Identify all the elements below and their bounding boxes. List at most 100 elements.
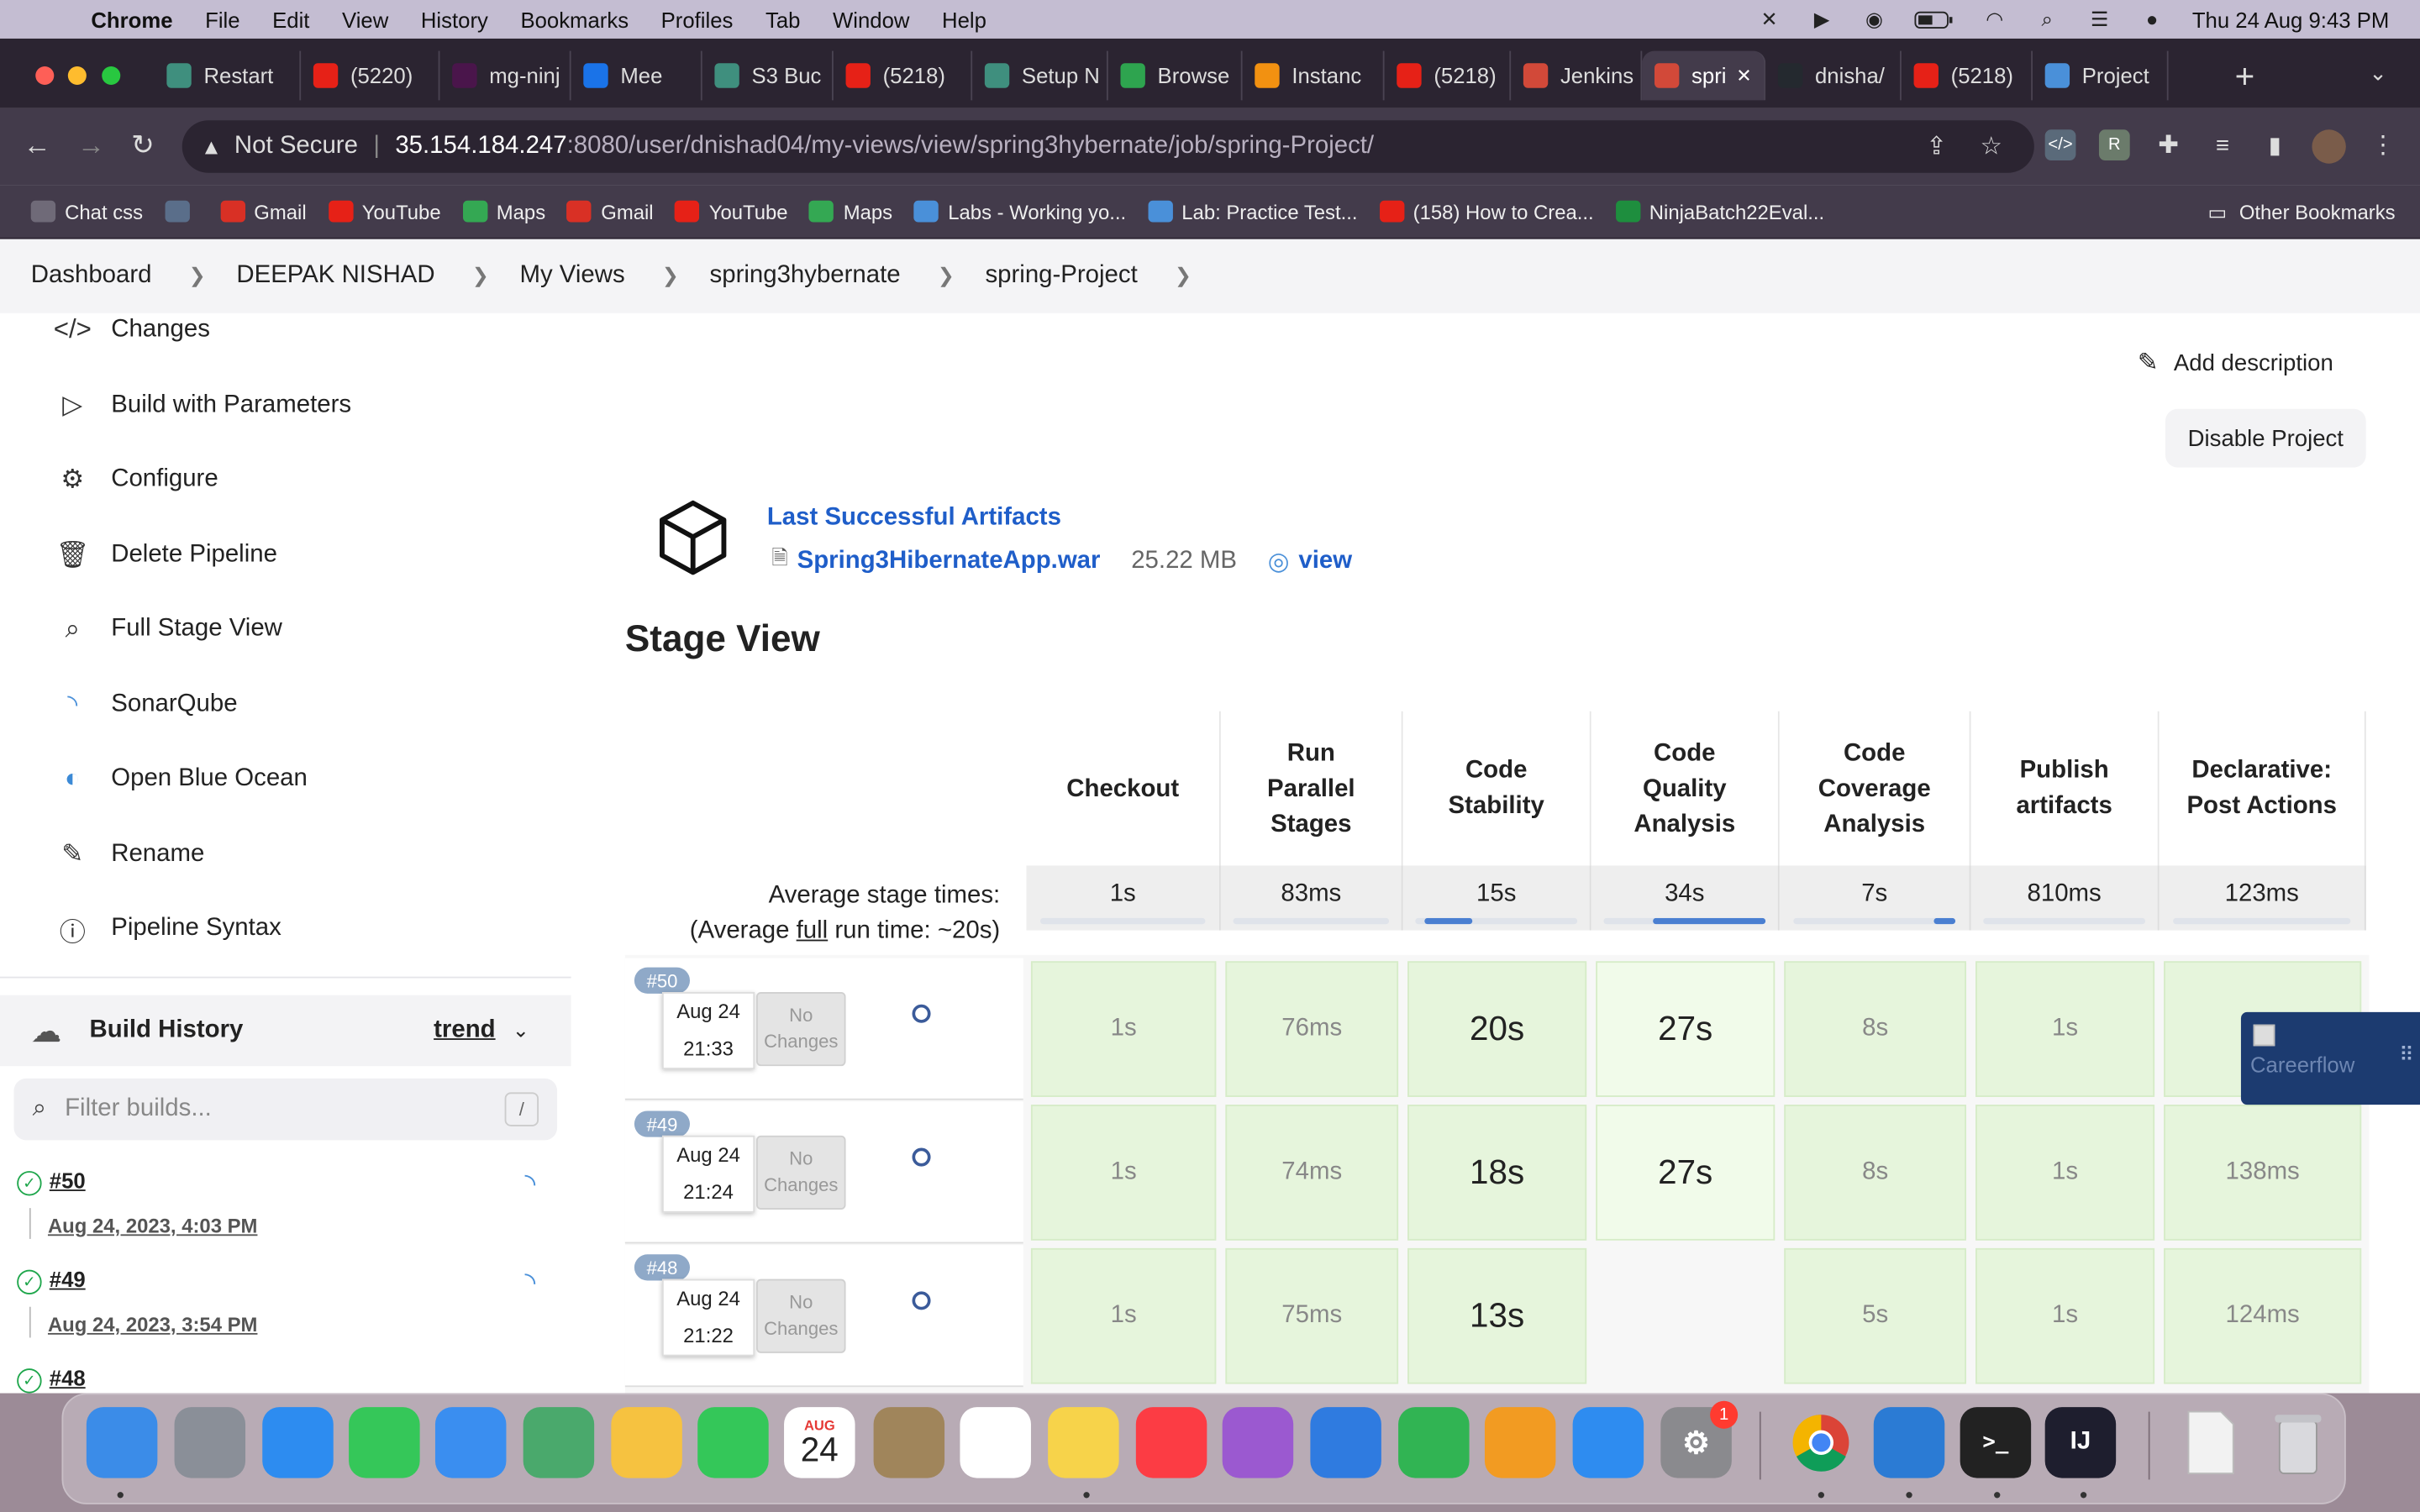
siri-icon[interactable]: ● xyxy=(2139,8,2164,31)
bookmark-extension[interactable] xyxy=(164,200,198,223)
tab-11[interactable]: Jenkins xyxy=(1511,50,1643,101)
no-changes-box[interactable]: No Changes xyxy=(756,992,846,1067)
reminders-dock-icon[interactable] xyxy=(960,1407,1031,1478)
sidebar-item-sonarqube[interactable]: ◝ SonarQube xyxy=(54,684,237,727)
tab-6[interactable]: (5218) xyxy=(834,50,973,101)
bookmark-gmail[interactable]: Gmail xyxy=(566,200,654,223)
tab-13[interactable]: dnisha/ xyxy=(1765,50,1902,101)
run-status-clock-icon[interactable] xyxy=(912,1291,931,1310)
new-tab-button[interactable]: + xyxy=(2235,57,2255,97)
sidebar-item-open-blue-ocean[interactable]: ◐ Open Blue Ocean xyxy=(54,758,308,801)
notes-dock-icon[interactable] xyxy=(1048,1407,1119,1478)
breadcrumb-user[interactable]: DEEPAK NISHAD xyxy=(236,262,434,290)
sidebar-item-rename[interactable]: ✎ Rename xyxy=(54,833,204,876)
build-date-link[interactable]: Aug 24, 2023, 4:03 PM xyxy=(48,1215,258,1238)
stage-cell[interactable]: 8s xyxy=(1784,1105,1967,1241)
control-center-icon[interactable]: ☰ xyxy=(2087,7,2112,30)
sidebar-item-full-stage-view[interactable]: ⌕ Full Stage View xyxy=(54,608,282,651)
tab-8[interactable]: Browse xyxy=(1108,50,1243,101)
build-history-item[interactable]: ✓ #50 Aug 24, 2023, 4:03 PM ◝ xyxy=(0,1156,571,1255)
build-history-item[interactable]: ✓ #49 Aug 24, 2023, 3:54 PM ◝ xyxy=(0,1254,571,1353)
zoom-window-button[interactable] xyxy=(102,66,121,86)
photos-dock-icon[interactable] xyxy=(611,1407,682,1478)
forward-arrow-icon[interactable]: → xyxy=(77,129,105,162)
sidebar-item-delete-pipeline[interactable]: 🗑 Delete Pipeline xyxy=(54,534,276,577)
run-status-clock-icon[interactable] xyxy=(912,1147,931,1167)
safari-dock-icon[interactable] xyxy=(262,1407,334,1478)
bookmark-maps[interactable]: Maps xyxy=(462,200,545,223)
mail-dock-icon[interactable] xyxy=(434,1407,507,1478)
trend-link[interactable]: trend xyxy=(434,1016,495,1044)
run-badge[interactable]: #48 xyxy=(634,1254,691,1281)
other-bookmarks[interactable]: ▭ Other Bookmarks xyxy=(2208,185,2396,239)
tab-2[interactable]: (5220) xyxy=(301,50,440,101)
run-badge[interactable]: #50 xyxy=(634,967,691,994)
side-panel-icon[interactable]: ▮ xyxy=(2260,129,2291,160)
reload-icon[interactable]: ↻ xyxy=(131,129,155,162)
artifact-link[interactable]: Spring3HibernateApp.war xyxy=(797,548,1101,575)
calendar-dock-icon[interactable]: AUG 24 xyxy=(784,1407,855,1478)
menu-bookmarks[interactable]: Bookmarks xyxy=(520,7,629,31)
warning-triangle-icon[interactable]: ▲ xyxy=(201,134,222,159)
stage-cell[interactable] xyxy=(1596,1248,1775,1384)
stage-cell[interactable]: 1s xyxy=(1975,1105,2155,1241)
stage-cell[interactable]: 76ms xyxy=(1225,961,1399,1097)
stage-cell[interactable]: 5s xyxy=(1784,1247,1967,1384)
stage-cell[interactable]: 13s xyxy=(1407,1247,1587,1384)
podcasts-dock-icon[interactable] xyxy=(1222,1407,1294,1478)
tab-15[interactable]: Project xyxy=(2033,50,2169,101)
menu-file[interactable]: File xyxy=(205,7,239,31)
chevron-right-icon[interactable]: ❯ xyxy=(1175,264,1192,288)
bookmark-labs-working-yo[interactable]: Labs - Working yo... xyxy=(913,200,1126,223)
stage-cell[interactable]: 20s xyxy=(1407,961,1587,1097)
profile-avatar[interactable] xyxy=(2312,129,2346,164)
bookmark-maps[interactable]: Maps xyxy=(809,200,892,223)
filter-builds-input[interactable]: ⌕ Filter builds... / xyxy=(13,1078,558,1141)
not-secure-label[interactable]: Not Secure xyxy=(234,133,358,160)
stage-cell[interactable]: 18s xyxy=(1407,1105,1587,1241)
stage-cell[interactable]: 75ms xyxy=(1225,1247,1399,1384)
chevron-down-icon[interactable]: ⌄ xyxy=(513,1018,529,1042)
stage-cell[interactable]: 74ms xyxy=(1225,1105,1399,1241)
vs-code-dock-icon[interactable] xyxy=(1873,1407,1945,1478)
artifact-view-link[interactable]: view xyxy=(1298,548,1352,575)
wifi-icon[interactable]: ◠ xyxy=(1982,7,2007,30)
breadcrumb-dashboard[interactable]: Dashboard xyxy=(31,262,152,290)
documents-dock-icon[interactable] xyxy=(2175,1407,2245,1478)
no-changes-box[interactable]: No Changes xyxy=(756,1278,846,1353)
spotlight-search-icon[interactable]: ⌕ xyxy=(2034,7,2059,30)
build-number-link[interactable]: #50 xyxy=(50,1168,86,1192)
stage-cell[interactable]: 1s xyxy=(1030,1105,1217,1241)
sonarqube-icon[interactable]: ◝ xyxy=(524,1267,535,1299)
build-date-link[interactable]: Aug 24, 2023, 3:54 PM xyxy=(48,1313,258,1336)
menu-help[interactable]: Help xyxy=(942,7,986,31)
user-icon[interactable]: ◉ xyxy=(1862,7,1886,30)
bookmark-youtube[interactable]: YouTube xyxy=(675,200,788,223)
add-description-link[interactable]: ✎ Add description xyxy=(2138,347,2333,378)
stage-cell[interactable]: 124ms xyxy=(2164,1247,2362,1384)
stage-cell[interactable]: 1s xyxy=(1030,1247,1217,1384)
bookmark--158-how-to-crea[interactable]: (158) How to Crea... xyxy=(1379,200,1594,223)
back-arrow-icon[interactable]: ← xyxy=(24,129,51,162)
breadcrumb-project[interactable]: spring-Project xyxy=(985,262,1137,290)
build-number-link[interactable]: #49 xyxy=(50,1267,86,1291)
tab-10[interactable]: (5218) xyxy=(1385,50,1512,101)
chrome-dock-icon[interactable] xyxy=(1786,1407,1856,1478)
menu-view[interactable]: View xyxy=(342,7,388,31)
breadcrumb-view[interactable]: spring3hybernate xyxy=(710,262,901,290)
menu-clock[interactable]: Thu 24 Aug 9:43 PM xyxy=(2192,7,2389,31)
bookmark-youtube[interactable]: YouTube xyxy=(328,200,441,223)
close-window-button[interactable] xyxy=(35,66,55,86)
sidebar-item-build-with-parameters[interactable]: ▷ Build with Parameters xyxy=(54,384,351,427)
launchpad-dock-icon[interactable] xyxy=(174,1407,246,1478)
menu-edit[interactable]: Edit xyxy=(272,7,309,31)
sidebar-item-changes[interactable]: </> Changes xyxy=(54,308,210,351)
bookmark-lab-practice-test[interactable]: Lab: Practice Test... xyxy=(1147,200,1358,223)
build-number-link[interactable]: #48 xyxy=(50,1366,86,1390)
tab-9[interactable]: Instanc xyxy=(1243,50,1385,101)
intellij-idea-dock-icon[interactable]: IJ xyxy=(2044,1407,2117,1478)
bookmark-ninjabatch22eval[interactable]: NinjaBatch22Eval... xyxy=(1615,200,1824,223)
stage-cell[interactable]: 1s xyxy=(1975,961,2155,1097)
media-play-icon[interactable]: ▶ xyxy=(1809,7,1833,30)
tab-12[interactable]: spri ✕ xyxy=(1642,50,1766,101)
